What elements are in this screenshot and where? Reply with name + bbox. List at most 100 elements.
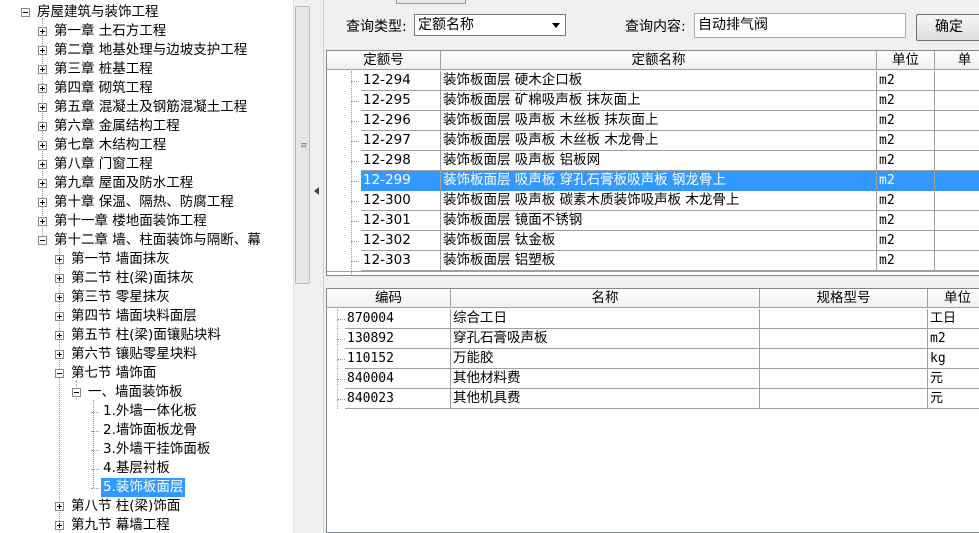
tree-section[interactable]: 第八节 柱(梁)饰面	[69, 497, 182, 516]
tree-item[interactable]: 2.墙饰面板龙骨	[101, 421, 199, 440]
expand-icon[interactable]	[38, 141, 47, 150]
collapse-icon[interactable]	[38, 236, 47, 245]
tree-section[interactable]: 第一节 墙面抹灰	[69, 250, 172, 269]
expand-icon[interactable]	[38, 84, 47, 93]
expand-icon[interactable]	[38, 103, 47, 112]
expand-icon[interactable]	[38, 27, 47, 36]
table-row[interactable]: 12-302 装饰板面层 钛金板 m2	[327, 231, 979, 251]
cell-extra	[935, 171, 979, 191]
expand-icon[interactable]	[55, 350, 64, 359]
material-grid[interactable]: 编码 名称 规格型号 单位 870004 综合工日 工日 130892 穿孔石膏吸声板 m…	[326, 288, 979, 533]
expand-icon[interactable]	[38, 179, 47, 188]
quota-grid-header: 定额号 定额名称 单位 单	[327, 51, 979, 70]
cell-code: 12-297	[361, 131, 441, 151]
col-header-code[interactable]: 编码	[327, 289, 451, 308]
tree-section[interactable]: 第三节 零星抹灰	[69, 288, 172, 307]
tree-section[interactable]: 第二节 柱(梁)面抹灰	[69, 269, 196, 288]
col-header-code[interactable]: 定额号	[327, 51, 441, 70]
cell-code: 130892	[345, 329, 451, 349]
col-header-name[interactable]: 名称	[451, 289, 760, 308]
tree-chapter[interactable]: 第一章 土石方工程	[52, 22, 168, 41]
table-row[interactable]: 840023 其他机具费 元	[327, 389, 979, 409]
tree-chapter[interactable]: 第九章 屋面及防水工程	[52, 174, 195, 193]
collapse-icon[interactable]	[72, 388, 81, 397]
expand-icon[interactable]	[38, 46, 47, 55]
top-tab[interactable]	[396, 0, 466, 4]
expand-icon[interactable]	[38, 160, 47, 169]
col-header-unit[interactable]: 单位	[928, 289, 979, 308]
query-content-input[interactable]: 自动排气阀	[694, 13, 906, 38]
tree-item[interactable]: 3.外墙干挂饰面板	[101, 440, 212, 459]
table-row[interactable]: 12-303 装饰板面层 铝塑板 m2	[327, 251, 979, 271]
tree-chapter[interactable]: 第十二章 墙、柱面装饰与隔断、幕	[52, 231, 263, 250]
query-type-select[interactable]: 定额名称	[414, 14, 566, 36]
cell-extra	[935, 191, 979, 211]
quota-grid[interactable]: 定额号 定额名称 单位 单 12-294 装饰板面层 硬木企口板 m2 12-295 装…	[326, 50, 979, 276]
app-window: 房屋建筑与装饰工程 第一章 土石方工程 第二章 地基处理与边坡支护工程 第三章 桩基…	[0, 0, 979, 533]
col-header-name[interactable]: 定额名称	[441, 51, 877, 70]
table-row[interactable]: 130892 穿孔石膏吸声板 m2	[327, 329, 979, 349]
table-row[interactable]: 12-301 装饰板面层 镜面不锈钢 m2	[327, 211, 979, 231]
tree-chapter[interactable]: 第五章 混凝土及钢筋混凝土工程	[52, 98, 249, 117]
tree-chapter[interactable]: 第七章 木结构工程	[52, 136, 168, 155]
tree-section[interactable]: 第九节 幕墙工程	[69, 516, 172, 533]
tree-section[interactable]: 第四节 墙面块料面层	[69, 307, 199, 326]
table-row[interactable]: 12-299 装饰板面层 吸声板 穿孔石膏板吸声板 钢龙骨上 m2	[327, 171, 979, 191]
expand-icon[interactable]	[55, 255, 64, 264]
expand-icon[interactable]	[38, 217, 47, 226]
expand-icon[interactable]	[55, 521, 64, 530]
quota-tree[interactable]: 房屋建筑与装饰工程 第一章 土石方工程 第二章 地基处理与边坡支护工程 第三章 桩基…	[0, 0, 293, 533]
expand-icon[interactable]	[38, 122, 47, 131]
tree-root[interactable]: 房屋建筑与装饰工程	[35, 3, 161, 22]
tree-scrollbar[interactable]: ≡	[293, 0, 310, 533]
table-row[interactable]: 12-300 装饰板面层 吸声板 碳素木质装饰吸声板 木龙骨上 m2	[327, 191, 979, 211]
expand-icon[interactable]	[55, 331, 64, 340]
expand-icon[interactable]	[55, 293, 64, 302]
confirm-button[interactable]: 确定	[916, 14, 979, 41]
tree-section[interactable]: 第六节 镶贴零星块料	[69, 345, 199, 364]
panel-splitter[interactable]	[310, 0, 324, 533]
tree-chapter[interactable]: 第十一章 楼地面装饰工程	[52, 212, 209, 231]
cell-code: 12-302	[361, 231, 441, 251]
table-row[interactable]: 12-295 装饰板面层 矿棉吸声板 抹灰面上 m2	[327, 91, 979, 111]
col-header-extra[interactable]: 单	[935, 51, 979, 70]
expand-icon[interactable]	[55, 312, 64, 321]
tree-section[interactable]: 第七节 墙饰面	[69, 364, 158, 383]
cell-extra	[935, 91, 979, 111]
tree-item[interactable]: 1.外墙一体化板	[101, 402, 199, 421]
tree-chapter[interactable]: 第四章 砌筑工程	[52, 79, 155, 98]
tree-section[interactable]: 第五节 柱(梁)面镶贴块料	[69, 326, 223, 345]
table-row[interactable]: 12-294 装饰板面层 硬木企口板 m2	[327, 71, 979, 91]
expand-icon[interactable]	[38, 65, 47, 74]
scrollbar-thumb[interactable]: ≡	[295, 6, 310, 284]
tree-chapter[interactable]: 第三章 桩基工程	[52, 60, 155, 79]
tree-chapter[interactable]: 第八章 门窗工程	[52, 155, 155, 174]
tree-chapter[interactable]: 第六章 金属结构工程	[52, 117, 182, 136]
collapse-icon[interactable]	[21, 8, 30, 17]
table-row[interactable]: 12-297 装饰板面层 吸声板 木丝板 木龙骨上 m2	[327, 131, 979, 151]
expand-icon[interactable]	[38, 198, 47, 207]
table-row[interactable]: 840004 其他材料费 元	[327, 369, 979, 389]
cell-unit: m2	[877, 191, 935, 211]
tree-item[interactable]: 4.基层衬板	[101, 459, 172, 478]
expand-icon[interactable]	[55, 502, 64, 511]
tree-item[interactable]: 5.装饰板面层	[101, 478, 186, 497]
col-header-unit[interactable]: 单位	[877, 51, 935, 70]
table-row[interactable]: 12-296 装饰板面层 吸声板 木丝板 抹灰面上 m2	[327, 111, 979, 131]
collapse-icon[interactable]	[55, 369, 64, 378]
cell-spec	[760, 389, 928, 409]
cell-unit: m2	[877, 131, 935, 151]
col-header-spec[interactable]: 规格型号	[760, 289, 928, 308]
cell-unit: m2	[877, 151, 935, 171]
table-row[interactable]: 12-298 装饰板面层 吸声板 铝板网 m2	[327, 151, 979, 171]
tree-chapter[interactable]: 第二章 地基处理与边坡支护工程	[52, 41, 249, 60]
table-row[interactable]: 870004 综合工日 工日	[327, 309, 979, 329]
table-row[interactable]: 110152 万能胶 kg	[327, 349, 979, 369]
cell-extra	[935, 131, 979, 151]
tree-subsection[interactable]: 一、墙面装饰板	[86, 383, 185, 402]
collapse-left-icon[interactable]	[314, 187, 319, 195]
cell-code: 12-298	[361, 151, 441, 171]
cell-spec	[760, 349, 928, 369]
expand-icon[interactable]	[55, 274, 64, 283]
tree-chapter[interactable]: 第十章 保温、隔热、防腐工程	[52, 193, 236, 212]
